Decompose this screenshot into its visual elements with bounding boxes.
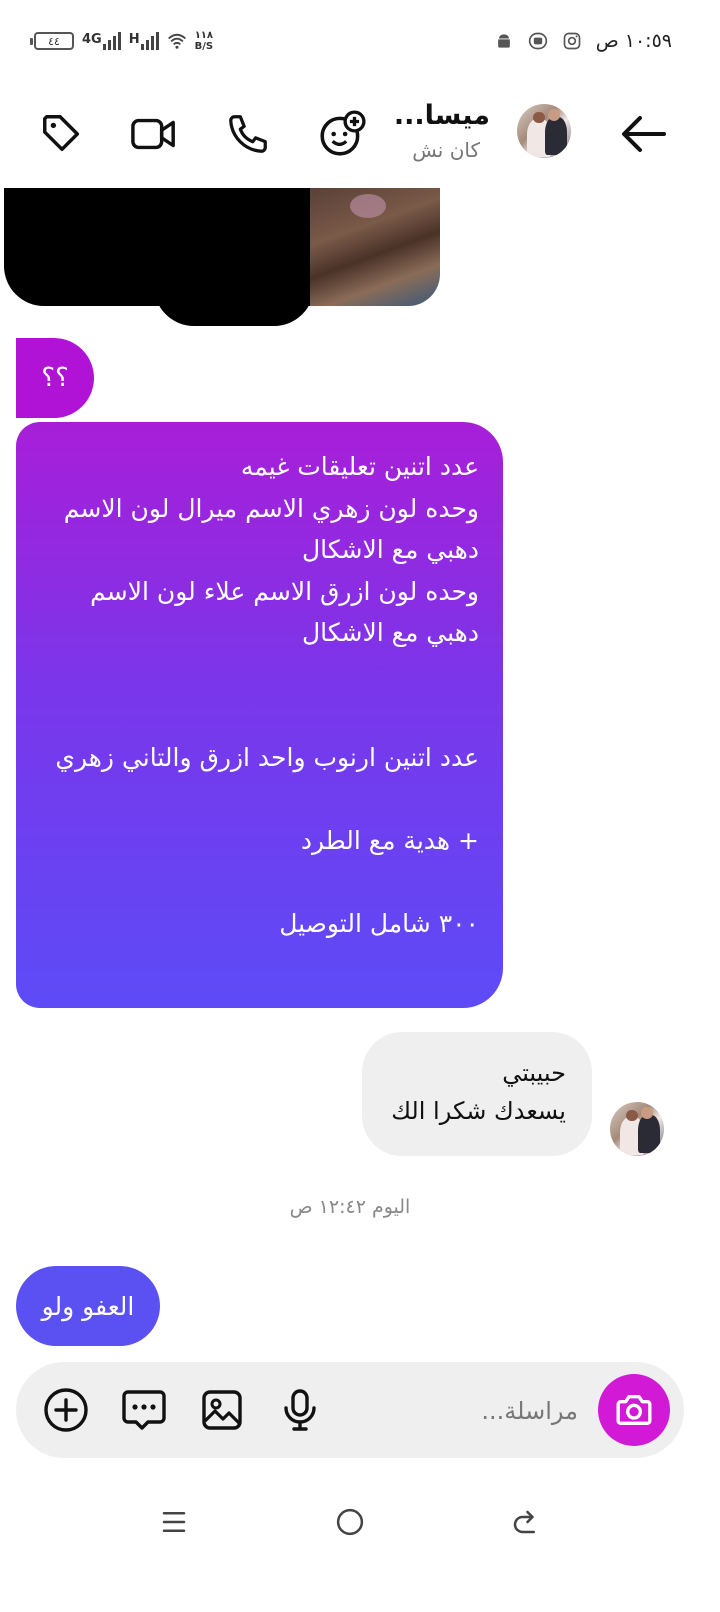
contact-name[interactable]: ميسا...	[394, 100, 490, 131]
sender-avatar[interactable]	[610, 1102, 664, 1156]
tag-icon	[43, 115, 80, 152]
media-thumbnail[interactable]	[310, 188, 440, 306]
contact-avatar[interactable]	[517, 104, 571, 158]
media-black-blob	[154, 278, 314, 326]
video-icon	[131, 118, 175, 150]
back-nav-button[interactable]	[503, 1500, 547, 1544]
battery-icon: ٤٤	[30, 32, 74, 50]
menu-icon	[162, 1512, 186, 1532]
message-input[interactable]	[376, 1388, 580, 1434]
microphone-icon	[284, 1389, 316, 1431]
message-text: العفو ولو	[41, 1291, 135, 1321]
network-4g-label: 4G	[82, 32, 102, 47]
phone-icon	[229, 115, 267, 153]
contact-status: كان نش	[412, 138, 480, 162]
sent-message-last[interactable]: العفو ولو	[16, 1266, 160, 1346]
plus-circle-icon	[44, 1388, 88, 1432]
chat-timestamp: اليوم ١٢:٤٢ ص	[289, 1196, 411, 1218]
chat-header: ميسا... كان نش	[0, 90, 720, 180]
back-nav-icon	[513, 1510, 535, 1534]
signal-bars-icon	[102, 32, 121, 50]
wifi-icon	[167, 33, 186, 49]
recent-apps-button[interactable]	[152, 1500, 196, 1544]
back-button[interactable]	[618, 108, 670, 160]
video-call-button[interactable]	[128, 108, 180, 160]
camera-button[interactable]	[598, 1374, 670, 1446]
chat-options-icon	[122, 1390, 166, 1430]
gallery-button[interactable]	[196, 1384, 248, 1436]
status-left: ٤٤ 4G H ١١٨ B/S	[30, 24, 213, 58]
received-message[interactable]: حبيبتي يسعدك شكرا الك	[362, 1032, 592, 1156]
message-text: ؟؟	[41, 363, 69, 393]
battery-level: ٤٤	[48, 34, 60, 48]
android-icon	[497, 34, 510, 48]
instagram-icon	[563, 32, 581, 50]
sticker-add-icon	[320, 110, 366, 156]
network-4g: 4G	[82, 32, 121, 50]
add-button[interactable]	[40, 1384, 92, 1436]
network-speed: ١١٨ B/S	[195, 30, 213, 52]
system-nav-bar	[0, 1490, 720, 1550]
voice-call-button[interactable]	[222, 108, 274, 160]
network-h-label: H	[128, 32, 140, 47]
gallery-icon	[202, 1390, 242, 1430]
sent-message-order[interactable]: عدد اتنين تعليقات غيمه وحده لون زهري الا…	[16, 422, 503, 1008]
network-h: H	[129, 32, 159, 50]
sent-message-question[interactable]: ؟؟	[16, 338, 94, 418]
speed-value: ١١٨	[194, 30, 213, 41]
back-arrow-icon	[622, 116, 666, 152]
status-bar: ٤٤ 4G H ١١٨ B/S ١٠:٥٩ ص	[0, 0, 720, 80]
signal-bars-icon	[140, 32, 159, 50]
clock: ١٠:٥٩ ص	[595, 30, 672, 52]
tag-button[interactable]	[36, 108, 88, 160]
status-right: ١٠:٥٩ ص	[494, 24, 672, 58]
home-circle-icon	[336, 1508, 364, 1536]
voice-message-button[interactable]	[274, 1384, 326, 1436]
media-message[interactable]	[4, 188, 440, 328]
chat-options-button[interactable]	[118, 1384, 170, 1436]
home-button[interactable]	[328, 1500, 372, 1544]
sticker-button[interactable]	[316, 108, 368, 160]
camera-icon	[616, 1395, 652, 1425]
message-composer	[16, 1362, 684, 1458]
speed-unit: B/S	[194, 41, 214, 52]
youtube-icon	[528, 32, 547, 50]
